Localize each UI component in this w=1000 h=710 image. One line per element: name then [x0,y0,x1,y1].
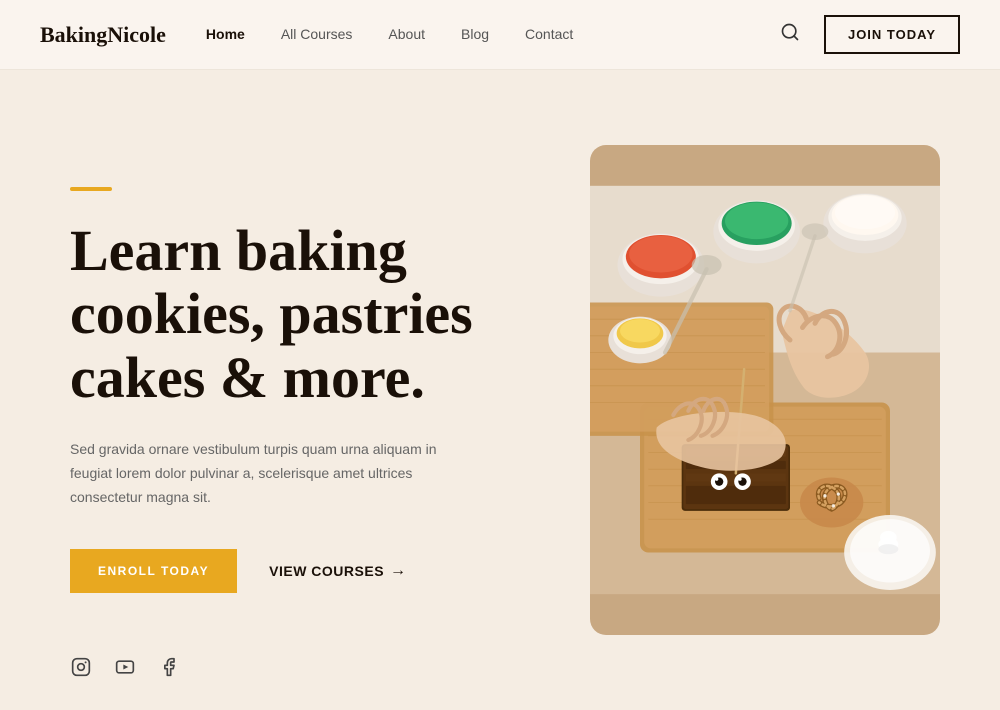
nav-item-about[interactable]: About [388,26,425,44]
search-button[interactable] [776,18,804,51]
hero-content: Learn baking cookies, pastries cakes & m… [70,187,590,594]
site-logo[interactable]: BakingNicole [40,22,166,48]
hero-section: Learn baking cookies, pastries cakes & m… [0,70,1000,710]
search-icon [780,22,800,42]
nav-link-home[interactable]: Home [206,26,245,42]
hero-title: Learn baking cookies, pastries cakes & m… [70,219,550,410]
social-icons [70,656,180,678]
hero-accent-line [70,187,112,191]
hero-image [590,145,940,635]
facebook-icon[interactable] [158,656,180,678]
nav-item-all-courses[interactable]: All Courses [281,26,353,44]
view-courses-label: VIEW COURSES [269,563,384,579]
nav-item-home[interactable]: Home [206,26,245,44]
navbar: BakingNicole Home All Courses About Blog… [0,0,1000,70]
youtube-icon[interactable] [114,656,136,678]
join-today-button[interactable]: JOIN TODAY [824,15,960,54]
baking-illustration [590,145,940,635]
nav-link-blog[interactable]: Blog [461,26,489,42]
nav-link-about[interactable]: About [388,26,425,42]
enroll-today-button[interactable]: ENROLL TODAY [70,549,237,593]
nav-links: Home All Courses About Blog Contact [206,26,573,44]
nav-link-contact[interactable]: Contact [525,26,573,42]
nav-item-contact[interactable]: Contact [525,26,573,44]
view-courses-link[interactable]: VIEW COURSES → [269,562,406,580]
nav-left: BakingNicole Home All Courses About Blog… [40,22,573,48]
nav-item-blog[interactable]: Blog [461,26,489,44]
instagram-icon[interactable] [70,656,92,678]
arrow-icon: → [390,562,407,580]
hero-description: Sed gravida ornare vestibulum turpis qua… [70,438,450,509]
nav-link-all-courses[interactable]: All Courses [281,26,353,42]
hero-actions: ENROLL TODAY VIEW COURSES → [70,549,550,593]
nav-right: JOIN TODAY [776,15,960,54]
